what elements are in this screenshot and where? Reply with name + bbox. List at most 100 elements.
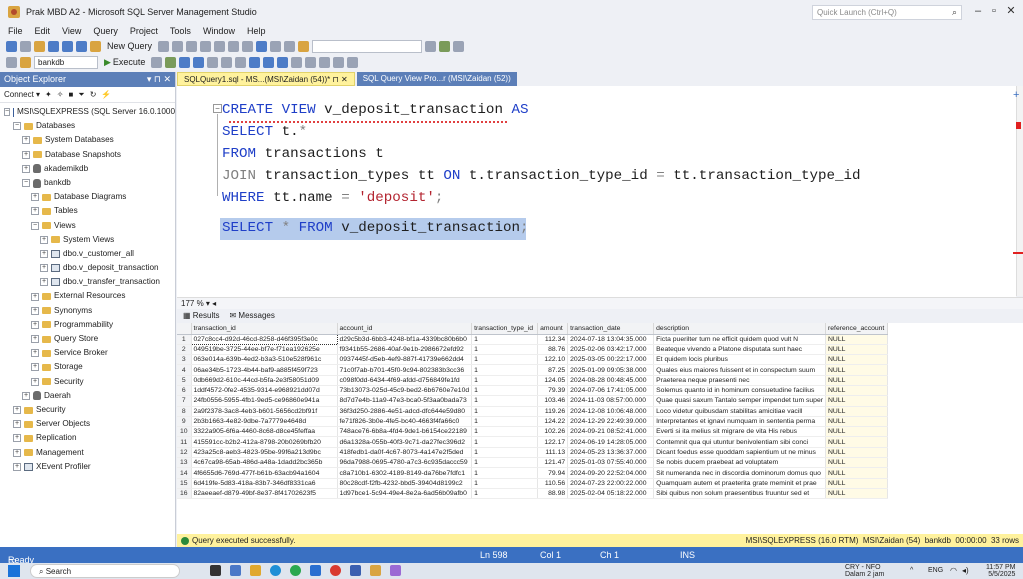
- table-cell[interactable]: NULL: [825, 385, 889, 397]
- row-number[interactable]: 12: [177, 447, 192, 459]
- tray-chevron-icon[interactable]: ^: [910, 567, 913, 574]
- row-number[interactable]: 1: [177, 334, 192, 345]
- expand-toggle[interactable]: +: [40, 264, 48, 273]
- stop-icon[interactable]: ■: [68, 90, 73, 99]
- table-cell[interactable]: 2a9f2378-3ac8-4eb3-b601-5656cd2bf91f: [191, 406, 338, 417]
- tree-node[interactable]: − bankdb: [0, 176, 175, 190]
- parse-icon[interactable]: [165, 56, 177, 68]
- table-cell[interactable]: 415591cc-b2b2-412a-8798-20b0269bfb20: [191, 436, 338, 448]
- stop-icon[interactable]: [151, 56, 163, 68]
- expand-toggle[interactable]: +: [31, 306, 39, 315]
- table-cell[interactable]: 103.46: [537, 395, 569, 407]
- expand-toggle[interactable]: +: [40, 235, 48, 244]
- table-cell[interactable]: 73b13073-025d-45c9-bed2-6b6760e7e10d: [337, 385, 473, 397]
- app-taskbar-icon[interactable]: [390, 565, 401, 576]
- table-cell[interactable]: NULL: [825, 406, 889, 417]
- comment-icon[interactable]: [291, 56, 303, 68]
- table-cell[interactable]: Praeterea neque praesenti nec: [653, 375, 827, 386]
- maximize-button[interactable]: ▫: [986, 3, 1002, 19]
- table-cell[interactable]: Dicant foedus esse quoddam sapientium ut…: [653, 447, 827, 459]
- tree-node[interactable]: + dbo.v_customer_all: [0, 247, 175, 261]
- table-cell[interactable]: NULL: [825, 344, 889, 356]
- table-cell[interactable]: NULL: [825, 457, 889, 469]
- row-number[interactable]: 4: [177, 364, 192, 376]
- table-cell[interactable]: 1: [471, 457, 539, 469]
- column-header[interactable]: description: [653, 323, 827, 335]
- table-cell[interactable]: NULL: [825, 478, 889, 489]
- expand-toggle[interactable]: −: [13, 122, 21, 131]
- table-cell[interactable]: 2024-06-19 14:28:05.000: [567, 436, 655, 448]
- minimize-button[interactable]: –: [970, 3, 986, 19]
- table-cell[interactable]: Solemus quanto id in hominum consuetudin…: [653, 385, 827, 397]
- properties-icon[interactable]: [425, 40, 437, 52]
- table-cell[interactable]: 1: [471, 426, 539, 438]
- tree-node[interactable]: + Replication: [0, 431, 175, 445]
- tree-node[interactable]: + Daerah: [0, 389, 175, 403]
- collapse-toggle[interactable]: −: [213, 104, 222, 113]
- table-cell[interactable]: 1: [471, 467, 539, 479]
- row-number[interactable]: 2: [177, 344, 192, 356]
- quick-launch-input[interactable]: Quick Launch (Ctrl+Q) ⌕: [812, 5, 962, 20]
- table-cell[interactable]: NULL: [825, 354, 889, 366]
- find-combo[interactable]: [312, 39, 423, 53]
- table-cell[interactable]: c8a710b1-6302-4189-8149-da76be7fdfc1: [337, 467, 473, 479]
- table-row[interactable]: 13 4c67ca98-65ab-486d-a48a-1dadd2bc365b 96…: [177, 457, 889, 469]
- cut-icon[interactable]: [214, 40, 226, 52]
- table-cell[interactable]: 1: [471, 334, 539, 345]
- table-row[interactable]: 5 0db669d2-610c-44cd-b5fa-2e3f58051d09 c09…: [177, 375, 889, 386]
- toolbox-icon[interactable]: [453, 40, 465, 52]
- tree-node[interactable]: + Tables: [0, 204, 175, 218]
- column-header[interactable]: [177, 323, 192, 335]
- menu-help[interactable]: Help: [247, 26, 266, 36]
- expand-toggle[interactable]: −: [4, 108, 11, 117]
- table-cell[interactable]: NULL: [825, 488, 889, 500]
- find-icon[interactable]: [298, 40, 310, 52]
- ssms-taskbar-icon[interactable]: [370, 565, 381, 576]
- include-plan-icon[interactable]: [207, 56, 219, 68]
- tree-node[interactable]: + Storage: [0, 360, 175, 374]
- table-cell[interactable]: 71c0f7ab-b701-45f0-9c94-802383b3cc36: [337, 364, 473, 376]
- table-cell[interactable]: 748ace76-6b8a-4fd4-9de1-b6154ce22189: [337, 426, 473, 438]
- expand-toggle[interactable]: +: [13, 462, 21, 471]
- tools-icon[interactable]: [439, 40, 451, 52]
- expand-toggle[interactable]: +: [13, 434, 21, 443]
- expand-toggle[interactable]: +: [40, 278, 48, 287]
- table-cell[interactable]: 1: [471, 416, 539, 428]
- weather-widget[interactable]: CRY - NFO Dalam 2 jam: [845, 564, 884, 578]
- tree-node[interactable]: + Management: [0, 446, 175, 460]
- db-engine-query-icon[interactable]: [158, 40, 170, 52]
- menu-tools[interactable]: Tools: [170, 26, 191, 36]
- table-cell[interactable]: 2025-01-09 09:05:38.000: [567, 364, 655, 376]
- expand-toggle[interactable]: +: [40, 249, 48, 258]
- tree-node[interactable]: + System Databases: [0, 133, 175, 147]
- tree-node[interactable]: − Views: [0, 219, 175, 233]
- results-grid[interactable]: transaction_id account_id transaction_type…: [177, 323, 1023, 534]
- table-row[interactable]: 15 6d419fe-5d83-418a-83b7-346df8331ca6 80c…: [177, 478, 889, 489]
- results-file-icon[interactable]: [277, 56, 289, 68]
- activity-icon[interactable]: ⚡: [101, 90, 111, 99]
- filter-icon[interactable]: ⏷: [78, 90, 84, 100]
- column-header[interactable]: account_id: [337, 323, 473, 335]
- table-cell[interactable]: 1: [471, 385, 539, 397]
- open-icon[interactable]: [48, 40, 59, 52]
- tab-sqlquery1[interactable]: SQLQuery1.sql - MS...(MSI\Zaidan (54))* …: [177, 72, 355, 86]
- solution-icon[interactable]: [284, 40, 296, 52]
- table-cell[interactable]: 8d7d7e4b-11a9-47e3-bca0-5f3aa0bada73: [337, 395, 473, 407]
- query-design-icon[interactable]: [193, 56, 205, 68]
- specify-values-icon[interactable]: [347, 56, 359, 68]
- column-header[interactable]: transaction_type_id: [471, 323, 539, 335]
- table-cell[interactable]: 1: [471, 375, 539, 386]
- tree-node[interactable]: + XEvent Profiler: [0, 460, 175, 474]
- tree-node[interactable]: + dbo.v_deposit_transaction: [0, 261, 175, 275]
- column-header[interactable]: transaction_id: [191, 323, 338, 335]
- table-cell[interactable]: 1: [471, 488, 539, 500]
- row-number[interactable]: 8: [177, 406, 192, 417]
- scroll-left-icon[interactable]: ◂: [212, 299, 216, 308]
- panel-pin-close-icon[interactable]: ▾ ⊓ ✕: [147, 74, 171, 85]
- tree-node[interactable]: + Programmability: [0, 318, 175, 332]
- table-cell[interactable]: 110.56: [537, 478, 569, 489]
- file-explorer-icon[interactable]: [250, 565, 261, 576]
- table-cell[interactable]: 2024-12-29 22:49:39.000: [567, 416, 655, 428]
- expand-toggle[interactable]: +: [22, 136, 30, 145]
- editor-vertical-scrollbar[interactable]: [1016, 86, 1023, 296]
